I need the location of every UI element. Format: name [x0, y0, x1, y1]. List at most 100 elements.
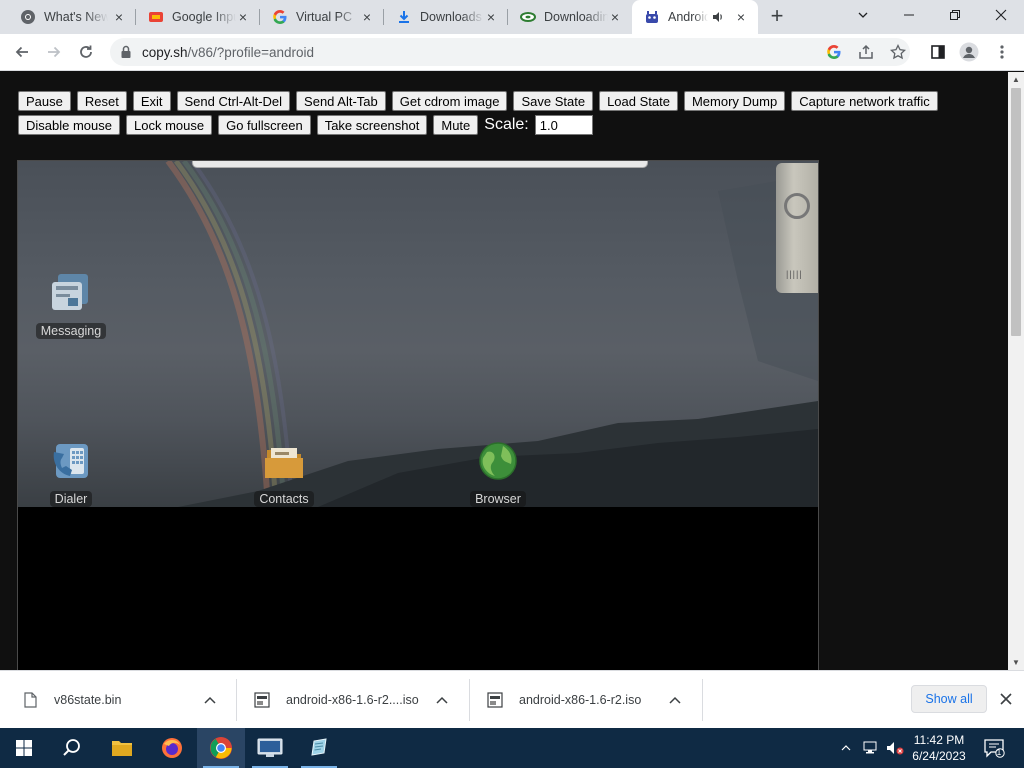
notification-bar[interactable] [192, 161, 648, 168]
tab-title: What's New [44, 10, 108, 24]
close-icon[interactable]: × [360, 10, 374, 24]
mute-button[interactable]: Mute [433, 115, 479, 135]
lock-icon[interactable] [120, 45, 132, 64]
download-item-android-iso-partial[interactable]: android-x86-1.6-r2....iso [254, 671, 452, 729]
close-window-icon[interactable] [978, 0, 1024, 30]
firefox-icon[interactable] [148, 728, 196, 768]
download-item-android-iso[interactable]: android-x86-1.6-r2.iso [487, 671, 685, 729]
tab-whats-new[interactable]: What's New × [8, 0, 136, 34]
send-alt-tab-button[interactable]: Send Alt-Tab [296, 91, 386, 111]
bookmark-star-icon[interactable] [890, 44, 906, 60]
reset-button[interactable]: Reset [76, 91, 127, 111]
search-icon[interactable] [48, 728, 96, 768]
chrome-taskbar-icon[interactable] [197, 728, 245, 768]
remote-desktop-icon[interactable] [246, 728, 294, 768]
windows-start-icon[interactable] [0, 728, 48, 768]
scroll-down-arrow-icon[interactable]: ▼ [1012, 658, 1020, 667]
go-fullscreen-button[interactable]: Go fullscreen [218, 115, 311, 135]
notes-app-icon[interactable] [295, 728, 343, 768]
download-filename: android-x86-1.6-r2....iso [286, 693, 419, 707]
network-icon[interactable] [862, 728, 880, 768]
android-home-wallpaper[interactable]: ||||| Messaging Dialer Contacts Browser [18, 161, 818, 507]
emulator-controls-row-1: Pause Reset Exit Send Ctrl-Alt-Del Send … [18, 91, 938, 111]
load-state-button[interactable]: Load State [599, 91, 678, 111]
scale-input[interactable] [534, 115, 593, 135]
messaging-icon [47, 269, 95, 317]
lock-mouse-button[interactable]: Lock mouse [126, 115, 213, 135]
notification-count: 1 [996, 748, 1002, 757]
emulator-screen[interactable]: ||||| Messaging Dialer Contacts Browser [17, 160, 819, 670]
app-contacts[interactable]: Contacts [244, 437, 324, 507]
download-item-v86state[interactable]: v86state.bin [22, 671, 220, 729]
restore-icon[interactable] [932, 0, 978, 30]
google-translate-icon[interactable] [826, 44, 842, 60]
emulator-controls-row-2: Disable mouse Lock mouse Go fullscreen T… [18, 115, 593, 135]
speaker-icon[interactable] [712, 11, 724, 26]
get-cdrom-image-button[interactable]: Get cdrom image [391, 91, 508, 111]
download-shelf: v86state.bin android-x86-1.6-r2....iso a… [0, 670, 1024, 728]
system-clock[interactable]: 11:42 PM 6/24/2023 [906, 732, 972, 764]
tray-overflow-chevron-icon[interactable] [838, 728, 854, 768]
back-arrow-icon[interactable] [10, 40, 34, 64]
green-disc-icon [520, 9, 536, 25]
app-label: Messaging [35, 323, 107, 339]
download-separator [236, 679, 237, 721]
globe-icon [474, 437, 522, 485]
chevron-up-icon[interactable] [669, 693, 685, 707]
exit-button[interactable]: Exit [132, 91, 171, 111]
tab-title: Virtual PC [296, 10, 353, 24]
tab-downloading[interactable]: Downloading × [508, 0, 632, 34]
show-all-button[interactable]: Show all [911, 685, 987, 713]
url-text: copy.sh/v86/?profile=android [142, 45, 314, 60]
capture-network-traffic-button[interactable]: Capture network traffic [791, 91, 938, 111]
tab-title: Google Input Tools [172, 10, 236, 24]
app-dialer[interactable]: Dialer [31, 437, 111, 507]
chevron-up-icon[interactable] [436, 693, 452, 707]
take-screenshot-button[interactable]: Take screenshot [316, 115, 428, 135]
side-panel-icon[interactable] [928, 42, 948, 62]
share-icon[interactable] [858, 44, 874, 60]
google-g-icon [272, 9, 288, 25]
forward-arrow-icon[interactable] [42, 40, 66, 64]
clock-time: 11:42 PM [913, 733, 965, 747]
app-drawer-handle[interactable]: ||||| [776, 163, 818, 293]
android-icon [644, 9, 660, 25]
tab-android[interactable]: Android × [632, 0, 758, 34]
send-ctrl-alt-del-button[interactable]: Send Ctrl-Alt-Del [176, 91, 291, 111]
new-tab-button[interactable]: + [766, 5, 788, 28]
disable-mouse-button[interactable]: Disable mouse [18, 115, 120, 135]
file-explorer-icon[interactable] [98, 728, 146, 768]
app-browser[interactable]: Browser [458, 437, 538, 507]
memory-dump-button[interactable]: Memory Dump [683, 91, 786, 111]
close-icon[interactable]: × [112, 10, 126, 24]
tab-search-chevron-icon[interactable] [840, 0, 886, 30]
url-host: copy.sh [142, 45, 188, 60]
close-icon[interactable]: × [734, 10, 748, 24]
kebab-menu-icon[interactable] [992, 42, 1012, 62]
close-icon[interactable] [998, 691, 1014, 707]
close-icon[interactable]: × [484, 10, 498, 24]
page-scrollbar[interactable]: ▲ ▼ [1008, 72, 1024, 670]
chevron-up-icon[interactable] [204, 693, 220, 707]
tab-downloads[interactable]: Downloads × [384, 0, 508, 34]
close-icon[interactable]: × [236, 10, 250, 24]
save-state-button[interactable]: Save State [513, 91, 594, 111]
tab-virtual-pc[interactable]: Virtual PC × [260, 0, 384, 34]
download-separator [702, 679, 703, 721]
download-filename: android-x86-1.6-r2.iso [519, 693, 642, 707]
close-icon[interactable]: × [608, 10, 622, 24]
tab-title: Downloads [420, 10, 482, 24]
scroll-up-arrow-icon[interactable]: ▲ [1012, 75, 1020, 84]
reload-icon[interactable] [74, 40, 98, 64]
tab-google-input-tools[interactable]: Google Input Tools × [136, 0, 260, 34]
minimize-icon[interactable] [886, 0, 932, 30]
scale-label: Scale: [484, 116, 529, 133]
pause-button[interactable]: Pause [18, 91, 71, 111]
scrollbar-thumb[interactable] [1011, 88, 1021, 336]
notifications-icon[interactable]: 1 [980, 728, 1008, 768]
address-bar[interactable]: copy.sh/v86/?profile=android [110, 38, 910, 66]
profile-avatar-icon[interactable] [959, 42, 979, 62]
clock-date: 6/24/2023 [912, 749, 966, 763]
app-messaging[interactable]: Messaging [31, 269, 111, 339]
volume-muted-icon[interactable] [884, 728, 906, 768]
